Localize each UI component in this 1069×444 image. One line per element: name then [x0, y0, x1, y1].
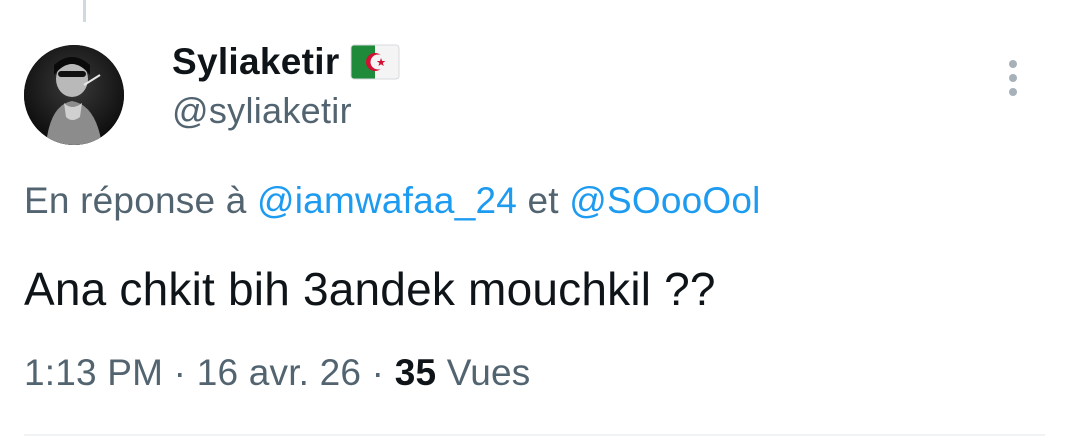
algeria-flag-icon — [350, 44, 400, 80]
more-dot-icon — [1009, 88, 1017, 96]
mention-link[interactable]: @iamwafaa_24 — [257, 180, 517, 221]
tweet-metadata: 1:13 PM · 16 avr. 26 · 35 Vues — [24, 352, 531, 394]
mention-link[interactable]: @SOooOol — [569, 180, 760, 221]
tweet-date[interactable]: 16 avr. 26 — [197, 352, 362, 393]
divider — [24, 434, 1045, 436]
meta-separator: · — [163, 352, 197, 393]
more-options-button[interactable] — [995, 58, 1031, 98]
tweet-author: Syliaketir @syliaketir — [172, 38, 400, 131]
reply-prefix: En réponse à — [24, 180, 257, 221]
views-count: 35 — [394, 352, 437, 393]
thread-connector-line — [83, 0, 86, 22]
tweet-time[interactable]: 1:13 PM — [24, 352, 163, 393]
author-name-row: Syliaketir — [172, 38, 400, 86]
reply-joiner: et — [517, 180, 570, 221]
views-label: Vues — [436, 352, 531, 393]
author-handle[interactable]: @syliaketir — [172, 90, 400, 132]
tweet-text: Ana chkit bih 3andek mouchkil ?? — [24, 263, 716, 315]
avatar[interactable] — [24, 45, 124, 145]
more-dot-icon — [1009, 60, 1017, 68]
author-display-name[interactable]: Syliaketir — [172, 41, 340, 83]
meta-separator: · — [361, 352, 395, 393]
reply-context: En réponse à @iamwafaa_24 et @SOooOol — [24, 180, 761, 222]
more-dot-icon — [1009, 74, 1017, 82]
